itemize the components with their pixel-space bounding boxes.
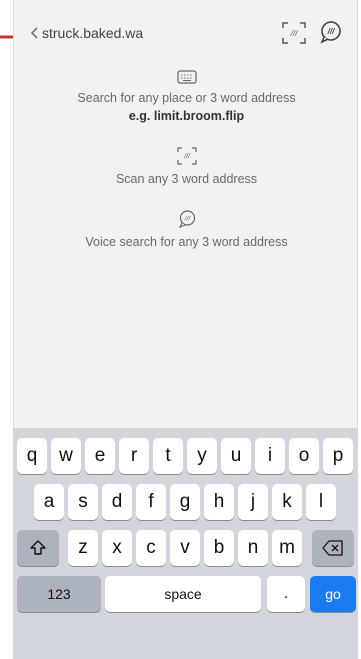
svg-text:///: /// [327, 27, 335, 36]
search-hint-section: Search for any place or 3 word address e… [14, 70, 357, 125]
keyboard-icon [176, 70, 197, 84]
key-m[interactable]: m [272, 530, 302, 566]
keyboard-row-2: a s d f g h j k l [14, 484, 357, 520]
key-g[interactable]: g [170, 484, 200, 520]
key-p[interactable]: p [323, 438, 353, 474]
keyboard: q w e r t y u i o p a s d f g h j k l z … [14, 428, 357, 659]
shift-key[interactable] [17, 530, 59, 566]
key-w[interactable]: w [51, 438, 81, 474]
go-key[interactable]: go [310, 576, 356, 612]
numbers-key[interactable]: 123 [17, 576, 101, 612]
key-x[interactable]: x [102, 530, 132, 566]
search-hint-text: Search for any place or 3 word address [77, 91, 296, 105]
key-k[interactable]: k [272, 484, 302, 520]
key-t[interactable]: t [153, 438, 183, 474]
svg-text:///: /// [183, 216, 191, 223]
backspace-icon [322, 540, 343, 556]
delete-key[interactable] [312, 530, 354, 566]
search-hints: Search for any place or 3 word address e… [14, 70, 357, 273]
key-d[interactable]: d [102, 484, 132, 520]
scan-hint-section: /// Scan any 3 word address [14, 147, 357, 188]
search-hint-example: e.g. limit.broom.flip [128, 109, 245, 123]
key-h[interactable]: h [204, 484, 234, 520]
voice-icon: /// [178, 210, 195, 228]
svg-text:///: /// [183, 154, 191, 161]
scan-icon[interactable]: /// [281, 21, 307, 45]
keyboard-row-3: z x c v b n m [14, 530, 357, 566]
phone-screen: /// /// Search for any place or 3 word a… [13, 0, 358, 659]
key-b[interactable]: b [204, 530, 234, 566]
key-f[interactable]: f [136, 484, 166, 520]
search-input[interactable] [42, 22, 262, 44]
key-z[interactable]: z [68, 530, 98, 566]
space-key[interactable]: space [105, 576, 261, 612]
key-n[interactable]: n [238, 530, 268, 566]
key-y[interactable]: y [187, 438, 217, 474]
key-e[interactable]: e [85, 438, 115, 474]
keyboard-row-1: q w e r t y u i o p [14, 438, 357, 474]
search-header: /// /// [14, 14, 357, 54]
voice-hint-section: /// Voice search for any 3 word address [14, 210, 357, 251]
key-q[interactable]: q [17, 438, 47, 474]
keyboard-row-4: 123 space . go [14, 576, 357, 612]
scan-hint-text: Scan any 3 word address [115, 172, 258, 186]
key-s[interactable]: s [68, 484, 98, 520]
key-v[interactable]: v [170, 530, 200, 566]
voice-hint-text: Voice search for any 3 word address [85, 235, 288, 249]
key-a[interactable]: a [34, 484, 64, 520]
scan-icon: /// [176, 147, 197, 165]
key-i[interactable]: i [255, 438, 285, 474]
voice-icon[interactable]: /// [319, 20, 343, 44]
key-o[interactable]: o [289, 438, 319, 474]
key-r[interactable]: r [119, 438, 149, 474]
key-u[interactable]: u [221, 438, 251, 474]
key-j[interactable]: j [238, 484, 268, 520]
key-c[interactable]: c [136, 530, 166, 566]
svg-text:///: /// [290, 29, 298, 38]
dot-key[interactable]: . [267, 576, 305, 612]
shift-icon [30, 540, 46, 555]
key-l[interactable]: l [306, 484, 336, 520]
